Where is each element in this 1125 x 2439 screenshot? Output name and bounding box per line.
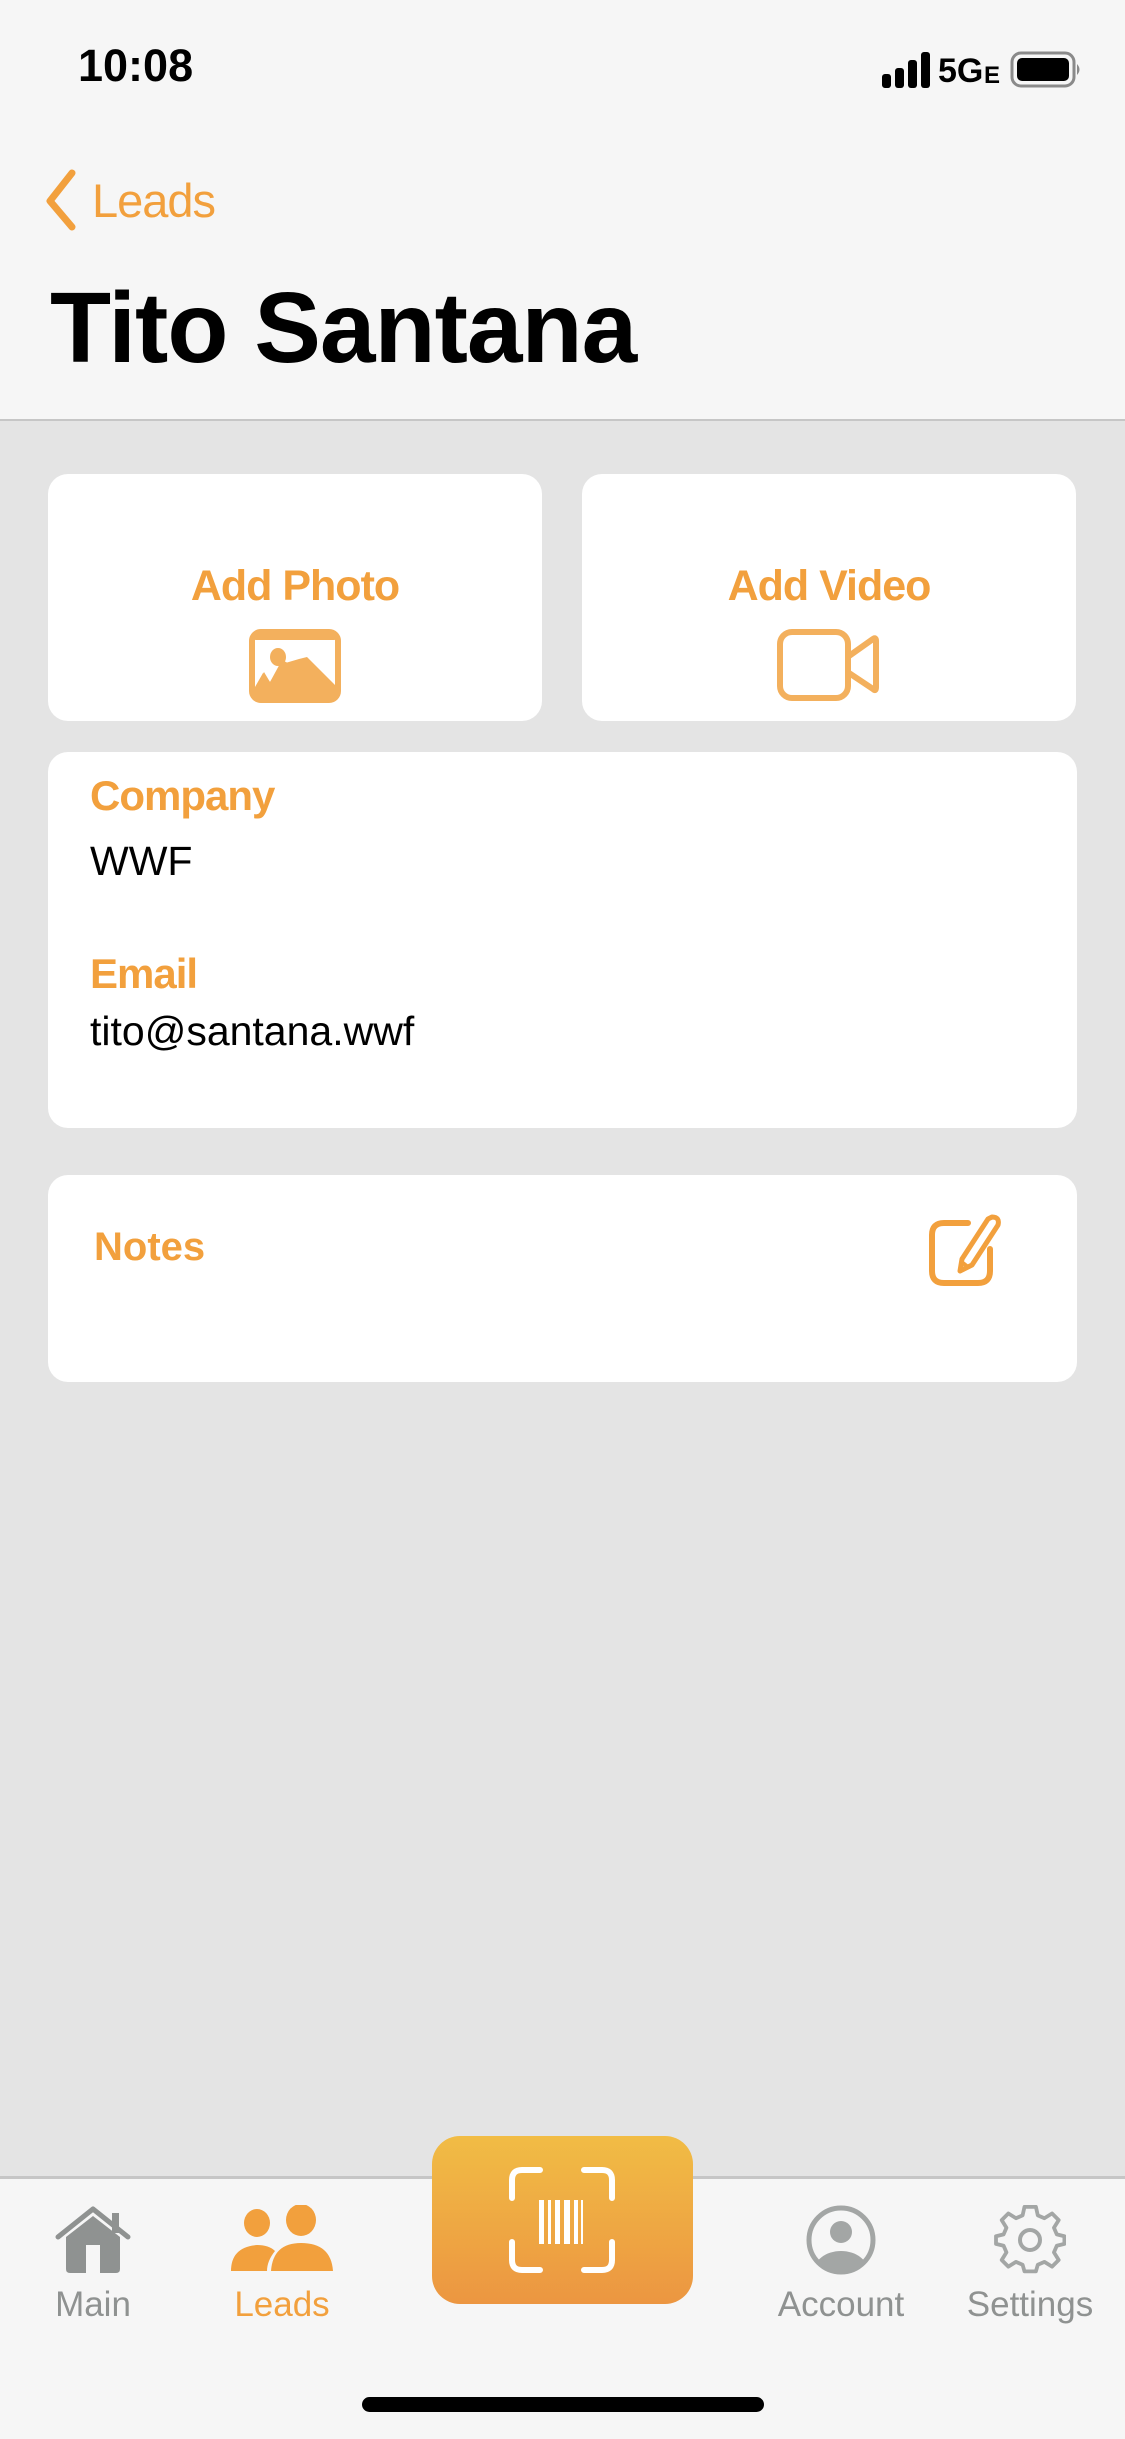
tab-leads[interactable]: Leads <box>192 2179 372 2329</box>
house-icon <box>55 2206 131 2273</box>
status-time: 10:08 <box>78 40 194 91</box>
tab-account[interactable]: Account <box>751 2179 931 2329</box>
lead-details-card: Company WWF Email tito@santana.wwf <box>48 752 1077 1128</box>
barcode-scan-icon <box>509 2167 615 2273</box>
tab-account-label: Account <box>777 2285 905 2324</box>
email-value[interactable]: tito@santana.wwf <box>90 1008 414 1055</box>
chevron-left-icon <box>46 169 76 231</box>
notes-card: Notes <box>48 1175 1077 1382</box>
scan-barcode-button[interactable] <box>432 2136 693 2304</box>
gear-icon <box>994 2205 1066 2274</box>
network-suffix: E <box>984 62 1001 89</box>
add-video-button[interactable]: Add Video <box>582 474 1076 721</box>
email-label: Email <box>90 950 198 997</box>
tab-main-label: Main <box>55 2285 131 2324</box>
person-circle-icon <box>806 2205 876 2275</box>
add-photo-button[interactable]: Add Photo <box>48 474 542 721</box>
cellular-signal-icon <box>882 52 930 88</box>
tab-settings-label: Settings <box>966 2285 1094 2324</box>
video-camera-icon <box>777 629 879 701</box>
tab-main[interactable]: Main <box>3 2179 183 2329</box>
battery-full-icon <box>1010 51 1080 88</box>
people-icon <box>231 2205 333 2271</box>
network-type: 5G <box>938 52 984 90</box>
photo-icon <box>249 629 341 703</box>
company-value[interactable]: WWF <box>90 838 192 885</box>
add-video-label: Add Video <box>727 562 932 610</box>
edit-note-icon[interactable] <box>926 1213 1006 1289</box>
page-title: Tito Santana <box>50 272 637 384</box>
tab-leads-label: Leads <box>234 2285 330 2324</box>
add-photo-label: Add Photo <box>190 562 400 610</box>
home-indicator[interactable] <box>362 2397 764 2412</box>
tab-settings[interactable]: Settings <box>940 2179 1120 2329</box>
notes-label: Notes <box>94 1225 206 1269</box>
navigation-header: 10:08 5G E Leads Tito Santana <box>0 0 1125 421</box>
back-button-label: Leads <box>92 173 216 227</box>
company-label: Company <box>90 772 275 819</box>
back-button[interactable]: Leads <box>44 168 216 232</box>
